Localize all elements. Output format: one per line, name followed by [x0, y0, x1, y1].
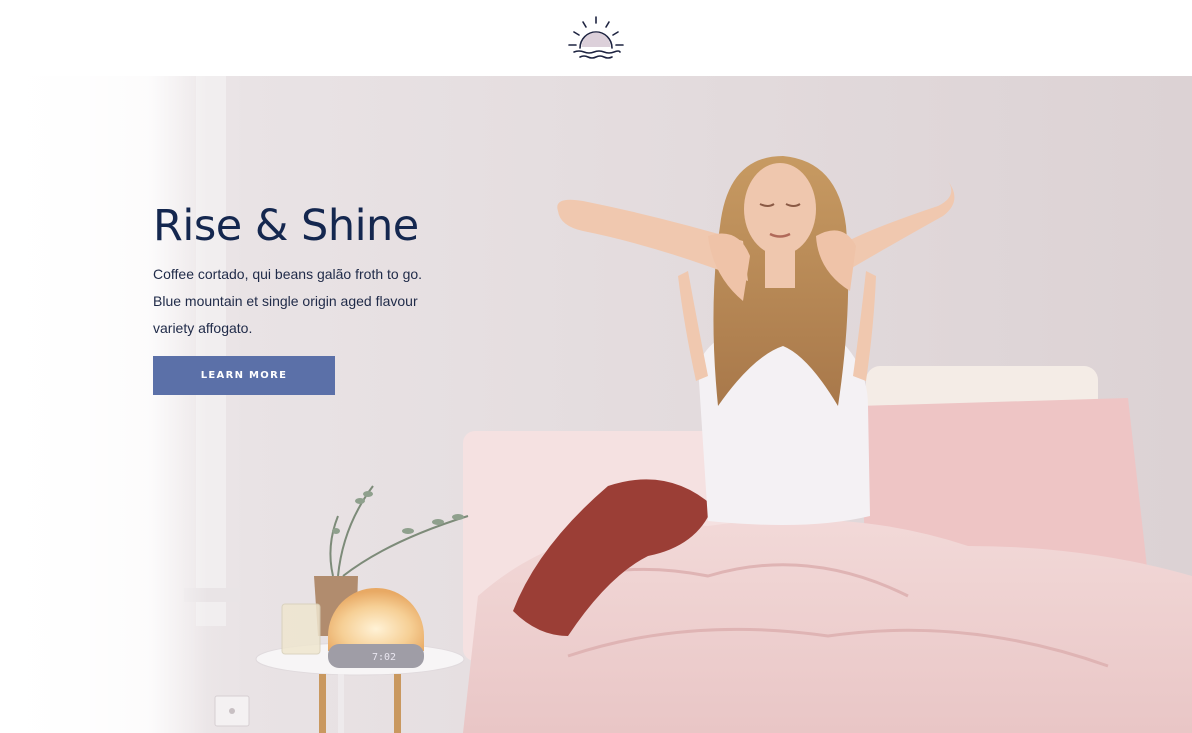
hero-content: Rise & Shine Coffee cortado, qui beans g…	[153, 201, 433, 396]
hero-photo: 7:02	[8, 76, 1192, 733]
hero-banner: 7:02 Rise & Shine Coffee cortado, qui be…	[8, 76, 1192, 733]
site-header	[0, 0, 1192, 76]
lamp-clock-display: 7:02	[372, 652, 396, 663]
sunrise-icon	[568, 16, 624, 59]
hero-description: Coffee cortado, qui beans galão froth to…	[153, 266, 423, 337]
learn-more-button[interactable]: LEARN MORE	[153, 356, 335, 396]
hero-title: Rise & Shine	[153, 201, 419, 251]
logo-link[interactable]	[564, 13, 628, 63]
